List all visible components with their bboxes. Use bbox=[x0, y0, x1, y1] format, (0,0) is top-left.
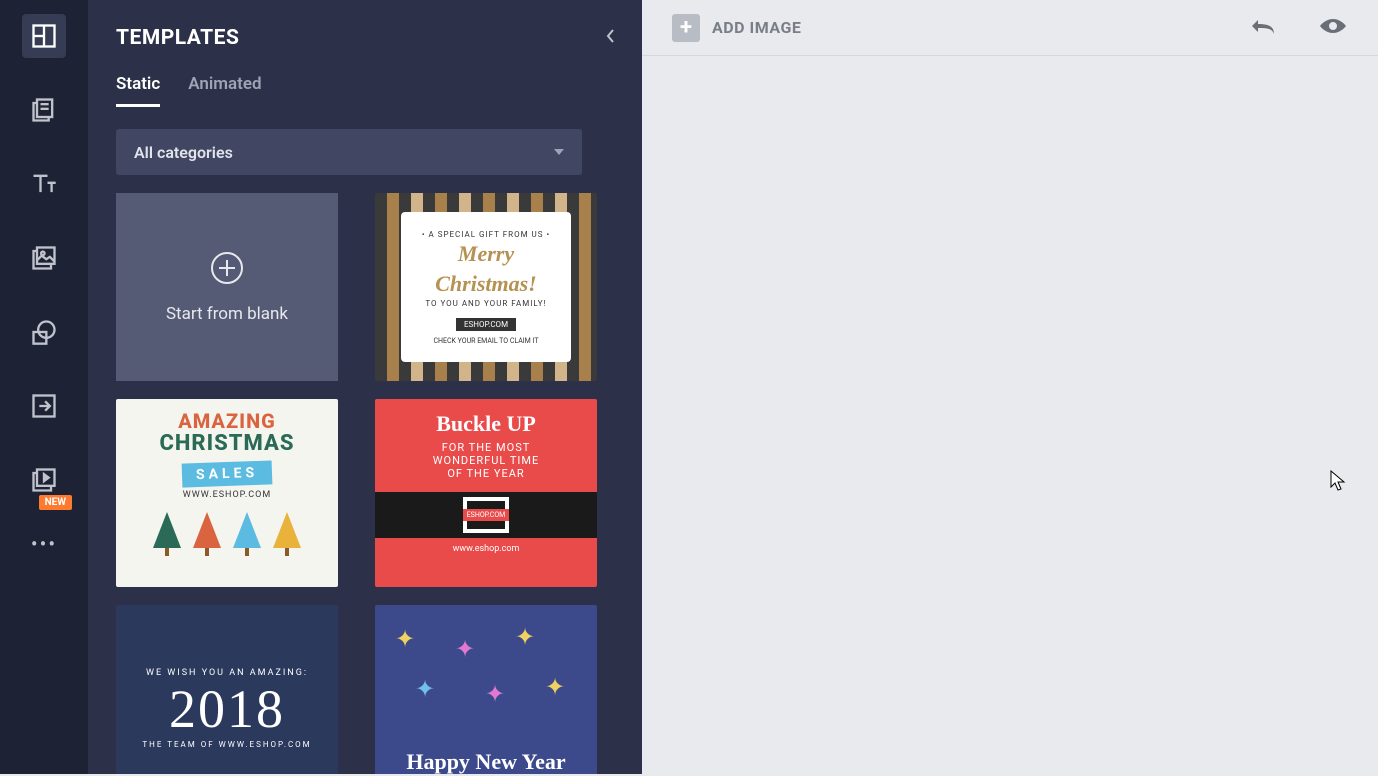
panel-title: TEMPLATES bbox=[116, 26, 239, 50]
chevron-left-icon bbox=[606, 28, 616, 44]
canvas-area: + ADD IMAGE ALL THE BEST! CHRISTMAS SALE… bbox=[642, 0, 1378, 774]
rail-images[interactable] bbox=[22, 236, 66, 280]
shapes-icon bbox=[30, 318, 58, 346]
rail-templates[interactable] bbox=[22, 14, 66, 58]
canvas-toolbar: + ADD IMAGE bbox=[642, 0, 1378, 56]
plus-circle-icon bbox=[209, 250, 245, 286]
left-rail: NEW ••• bbox=[0, 0, 88, 774]
chevron-down-icon bbox=[554, 149, 564, 155]
template-blank[interactable]: Start from blank bbox=[116, 193, 338, 381]
category-label: All categories bbox=[134, 143, 233, 162]
new-badge: NEW bbox=[39, 495, 72, 510]
template-tabs: Static Animated bbox=[88, 62, 642, 107]
template-card[interactable]: • A SPECIAL GIFT FROM US • Merry Christm… bbox=[375, 193, 597, 381]
rail-layers[interactable] bbox=[22, 88, 66, 132]
templates-panel: TEMPLATES Static Animated All categories… bbox=[88, 0, 642, 774]
undo-button[interactable] bbox=[1248, 13, 1278, 43]
template-grid[interactable]: Start from blank • A SPECIAL GIFT FROM U… bbox=[88, 193, 642, 774]
add-image-button[interactable]: + ADD IMAGE bbox=[672, 14, 801, 42]
rail-import[interactable] bbox=[22, 384, 66, 428]
template-card[interactable]: WE WISH YOU AN AMAZING: 2018 THE TEAM OF… bbox=[116, 605, 338, 774]
plus-icon: + bbox=[672, 14, 700, 42]
template-card[interactable]: Buckle UP FOR THE MOST WONDERFUL TIME OF… bbox=[375, 399, 597, 587]
template-card[interactable]: ✦ ✦ ✦ ✦ ✦ ✦ Happy New Year WWW.ECARD.COM bbox=[375, 605, 597, 774]
rail-text[interactable] bbox=[22, 162, 66, 206]
category-dropdown[interactable]: All categories bbox=[116, 129, 582, 175]
tab-animated[interactable]: Animated bbox=[188, 74, 261, 107]
tab-static[interactable]: Static bbox=[116, 74, 160, 107]
preview-button[interactable] bbox=[1318, 13, 1348, 43]
eye-icon bbox=[1318, 13, 1348, 39]
pages-icon bbox=[30, 96, 58, 124]
collapse-panel-button[interactable] bbox=[602, 24, 620, 52]
canvas-stage[interactable]: ALL THE BEST! CHRISTMAS SALE Use code ME… bbox=[642, 56, 1378, 774]
rail-video[interactable]: NEW bbox=[22, 458, 66, 502]
text-icon bbox=[30, 170, 58, 198]
import-icon bbox=[30, 392, 58, 420]
template-card[interactable]: AMAZING CHRISTMAS SALES WWW.ESHOP.COM bbox=[116, 399, 338, 587]
rail-more[interactable]: ••• bbox=[31, 532, 57, 556]
video-icon bbox=[30, 466, 58, 494]
rail-shapes[interactable] bbox=[22, 310, 66, 354]
blank-label: Start from blank bbox=[166, 304, 288, 324]
undo-icon bbox=[1248, 13, 1278, 39]
grid-icon bbox=[30, 22, 58, 50]
cursor-icon bbox=[1330, 470, 1346, 492]
images-icon bbox=[30, 244, 58, 272]
add-image-label: ADD IMAGE bbox=[712, 18, 801, 37]
